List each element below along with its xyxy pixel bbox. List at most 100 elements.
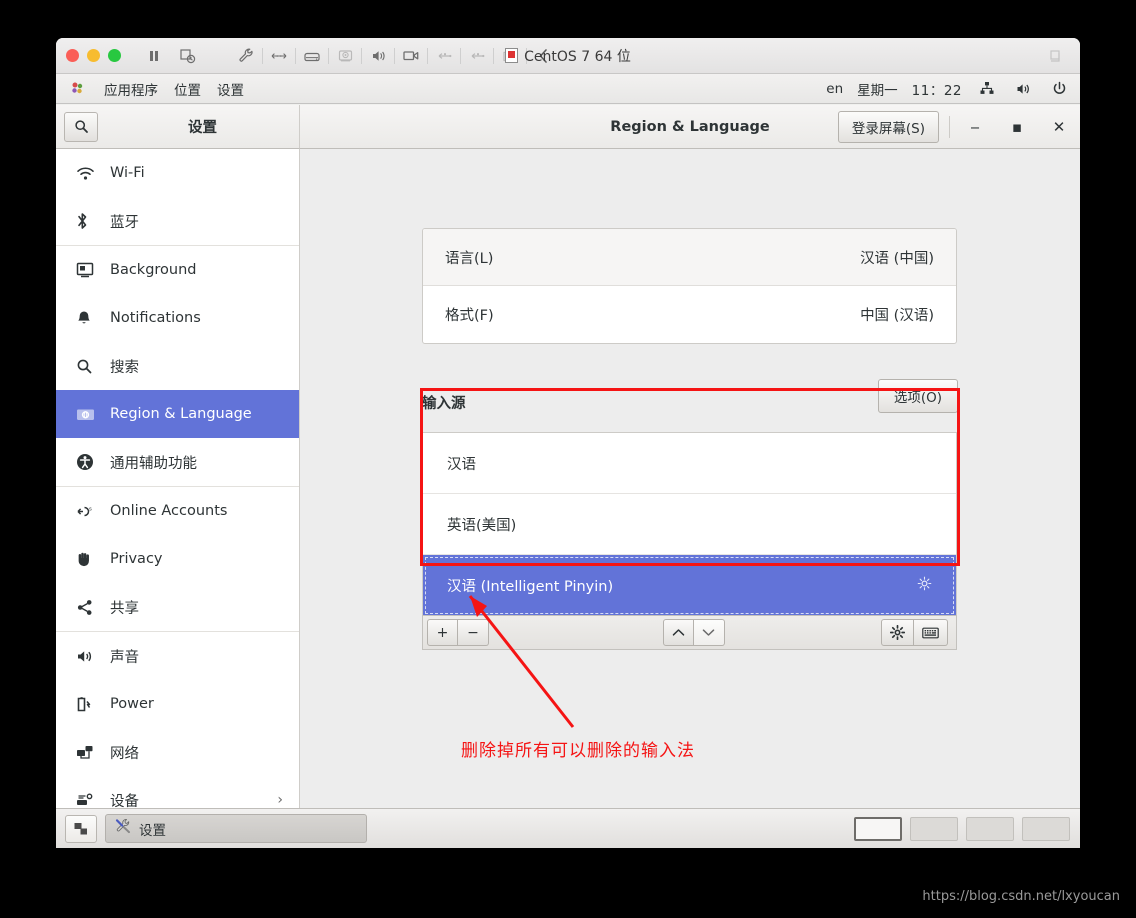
login-screen-button[interactable]: 登录屏幕(S): [837, 110, 939, 143]
toolbar-divider: [328, 47, 329, 64]
language-row[interactable]: 语言(L) 汉语 (中国): [423, 229, 956, 286]
restore-window-icon[interactable]: [1044, 45, 1066, 67]
show-desktop-icon: [74, 822, 87, 834]
menu-settings[interactable]: 设置: [217, 79, 244, 99]
power-icon[interactable]: [1048, 78, 1070, 100]
zoom-button[interactable]: [108, 49, 121, 62]
snapshot-icon[interactable]: [177, 45, 199, 67]
sidebar-item-background[interactable]: Background: [56, 246, 299, 294]
search-button[interactable]: [64, 111, 98, 142]
toolbar-divider: [295, 47, 296, 64]
sidebar-item-sound[interactable]: 声音: [56, 632, 299, 680]
workspace-3[interactable]: [966, 816, 1014, 841]
sidebar-item-network[interactable]: 网络: [56, 728, 299, 776]
show-keyboard-layout-button[interactable]: [914, 619, 948, 646]
move-down-button[interactable]: [693, 619, 725, 646]
harddisk-icon[interactable]: [301, 45, 323, 67]
usb-icon-2[interactable]: [466, 45, 488, 67]
volume-icon[interactable]: [1012, 78, 1034, 100]
toolbar-divider: [427, 47, 428, 64]
language-format-card: 语言(L) 汉语 (中国) 格式(F) 中国 (汉语): [422, 228, 957, 344]
content-header: Region & Language 登录屏幕(S) ‒ ▪ ✕: [300, 105, 1080, 149]
window-minimize-button[interactable]: ‒: [954, 105, 996, 149]
sidebar-item-universal-access[interactable]: 通用辅助功能: [56, 438, 299, 486]
usb-icon[interactable]: [433, 45, 455, 67]
sidebar-item-label: Region & Language: [110, 406, 252, 422]
wrench-icon[interactable]: [235, 45, 257, 67]
audio-icon[interactable]: [367, 45, 389, 67]
gnome-foot-icon[interactable]: [66, 78, 88, 100]
menu-places[interactable]: 位置: [174, 79, 201, 99]
remove-input-source-button[interactable]: −: [458, 619, 489, 646]
virtual-machine-window: CentOS 7 64 位 应用程序 位置 设置 en 星期一 11：22 设置…: [56, 38, 1080, 848]
sidebar-item-sharing[interactable]: 共享: [56, 583, 299, 631]
sidebar-item-label: 网络: [110, 745, 139, 762]
input-source-row[interactable]: 英语(美国): [423, 494, 956, 555]
network-icon[interactable]: [976, 78, 998, 100]
gear-icon: [890, 625, 905, 640]
sidebar-item-label: 搜索: [110, 359, 139, 376]
input-source-row[interactable]: 汉语: [423, 433, 956, 494]
shared-folder-icon[interactable]: [499, 45, 521, 67]
back-chevron-icon[interactable]: [532, 45, 554, 67]
chevron-right-icon: ›: [277, 792, 283, 808]
network-icon[interactable]: [268, 45, 290, 67]
add-input-source-button[interactable]: +: [427, 619, 458, 646]
host-titlebar: CentOS 7 64 位: [56, 38, 1080, 74]
background-icon: [76, 262, 98, 278]
pause-icon[interactable]: [143, 45, 165, 67]
gnome-top-bar: 应用程序 位置 设置 en 星期一 11：22: [56, 74, 1080, 104]
source-preferences-icon[interactable]: [917, 576, 932, 595]
settings-sidebar[interactable]: Wi-Fi 蓝牙 Background Notifications 搜索 Reg…: [56, 149, 300, 848]
online-accounts-icon: s: [76, 504, 98, 519]
input-preferences-button[interactable]: [881, 619, 914, 646]
toolbar-divider: [262, 47, 263, 64]
watermark: https://blog.csdn.net/lxyoucan: [922, 889, 1120, 904]
taskbar-window-settings[interactable]: 设置: [105, 814, 367, 843]
video-capture-icon[interactable]: [400, 45, 422, 67]
workspace-1[interactable]: [854, 816, 902, 841]
options-button[interactable]: 选项(O): [877, 379, 958, 413]
input-sources-list[interactable]: 汉语 英语(美国) 汉语 (Intelligent Pinyin): [422, 432, 957, 616]
host-window-title: CentOS 7 64 位: [56, 46, 1080, 66]
bluetooth-icon: [76, 212, 98, 230]
sidebar-item-label: Power: [110, 696, 154, 712]
sidebar-item-notifications[interactable]: Notifications: [56, 294, 299, 342]
format-row[interactable]: 格式(F) 中国 (汉语): [423, 286, 956, 343]
sidebar-item-region-language[interactable]: Region & Language: [56, 390, 299, 438]
power-battery-icon: [76, 696, 98, 713]
input-source-label: 汉语: [447, 456, 476, 473]
format-row-label: 格式(F): [445, 308, 494, 324]
day-indicator[interactable]: 星期一: [857, 79, 898, 99]
sidebar-item-power[interactable]: Power: [56, 680, 299, 728]
language-row-value: 汉语 (中国): [860, 250, 934, 267]
minimize-button[interactable]: [87, 49, 100, 62]
sidebar-item-privacy[interactable]: Privacy: [56, 535, 299, 583]
sidebar-item-search[interactable]: 搜索: [56, 342, 299, 390]
sidebar-item-label: 共享: [110, 600, 139, 617]
keyboard-layout-indicator[interactable]: en: [826, 81, 843, 97]
window-maximize-button[interactable]: ▪: [996, 105, 1038, 149]
privacy-hand-icon: [76, 551, 98, 568]
format-row-value: 中国 (汉语): [860, 308, 934, 324]
workspace-4[interactable]: [1022, 816, 1070, 841]
workspace-switcher[interactable]: [854, 816, 1070, 841]
webcam-icon[interactable]: [334, 45, 356, 67]
close-button[interactable]: [66, 49, 79, 62]
move-up-button[interactable]: [662, 619, 694, 646]
sidebar-item-bluetooth[interactable]: 蓝牙: [56, 197, 299, 245]
window-close-button[interactable]: ✕: [1038, 105, 1080, 149]
sidebar-item-online-accounts[interactable]: s Online Accounts: [56, 487, 299, 535]
workspace-2[interactable]: [910, 816, 958, 841]
devices-icon: [76, 793, 98, 808]
clock[interactable]: 11：22: [912, 79, 962, 99]
sidebar-item-label: 蓝牙: [110, 214, 139, 231]
search-icon: [74, 120, 88, 133]
sidebar-item-wifi[interactable]: Wi-Fi: [56, 149, 299, 197]
taskbar-window-title: 设置: [139, 822, 166, 839]
input-source-row-selected[interactable]: 汉语 (Intelligent Pinyin): [423, 555, 956, 616]
input-sources-toolbar: + −: [422, 615, 957, 650]
menu-applications[interactable]: 应用程序: [104, 79, 158, 99]
sound-icon: [76, 649, 98, 664]
show-desktop-button[interactable]: [65, 814, 97, 843]
